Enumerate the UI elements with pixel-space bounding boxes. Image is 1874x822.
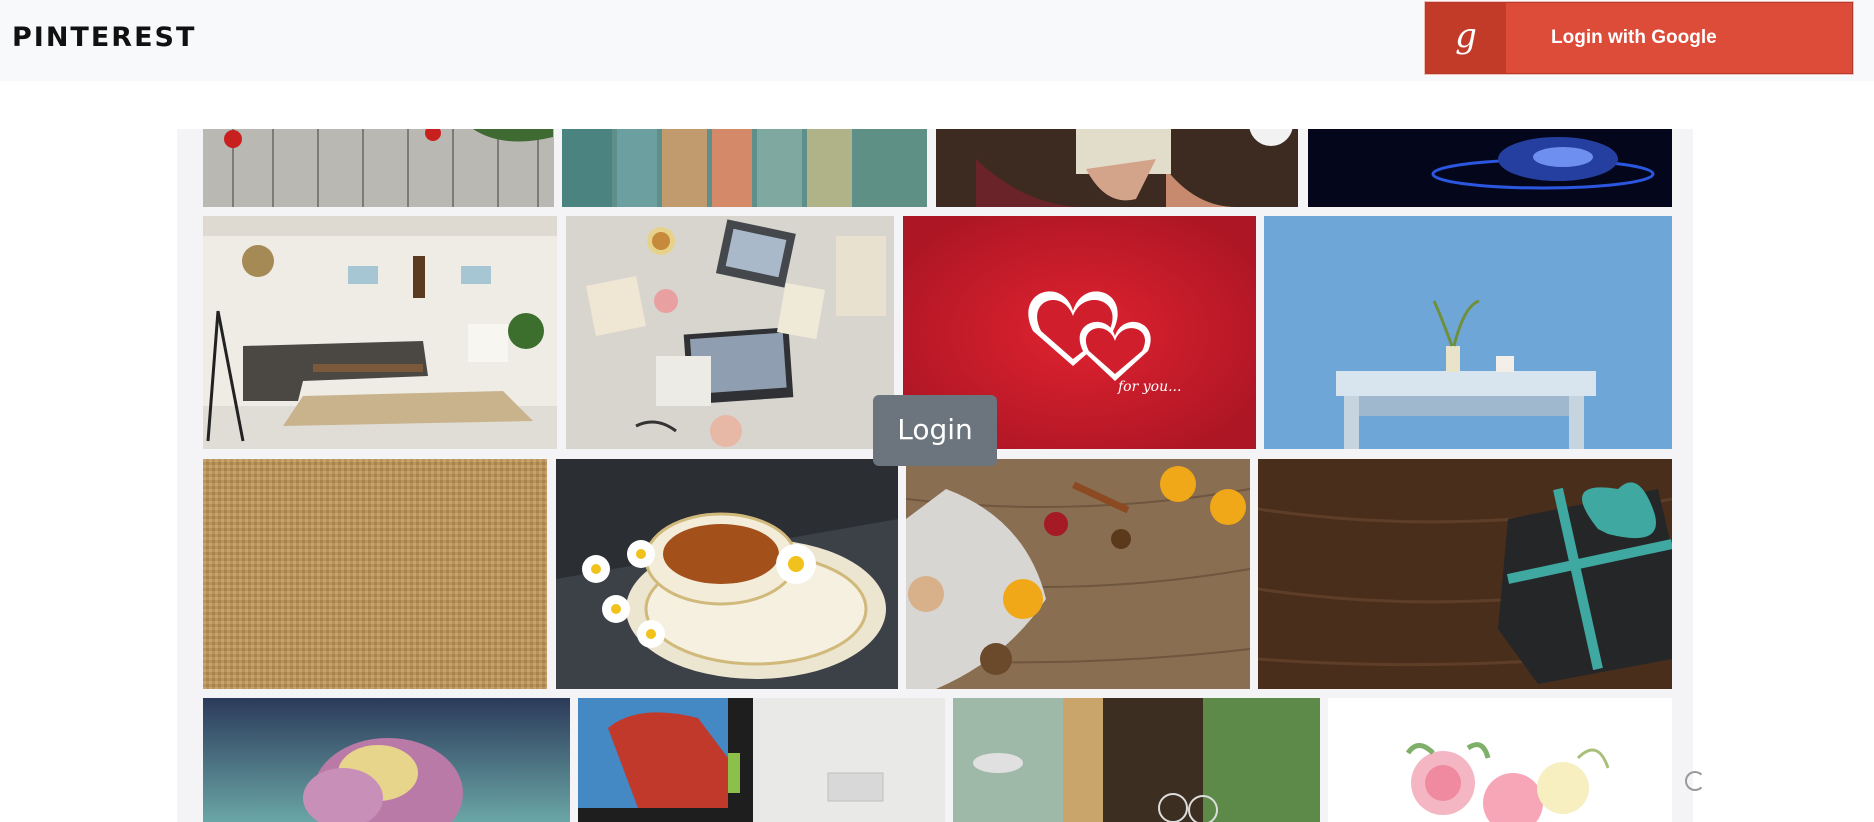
loading-spinner-icon — [1685, 771, 1705, 791]
gallery-image[interactable] — [203, 698, 570, 822]
gallery-image[interactable] — [556, 459, 898, 689]
login-button[interactable]: Login — [873, 395, 997, 466]
login-with-google-button[interactable]: g Login with Google — [1425, 2, 1853, 74]
gallery-image[interactable] — [953, 698, 1320, 822]
gallery-image[interactable] — [578, 698, 945, 822]
gallery-image[interactable] — [203, 129, 554, 207]
gallery-image[interactable] — [566, 216, 894, 449]
gallery-image[interactable] — [1264, 216, 1672, 449]
gallery-image[interactable] — [906, 459, 1250, 689]
google-icon: g — [1426, 3, 1506, 73]
gallery-image[interactable] — [1328, 698, 1672, 822]
image-gallery: for you... — [177, 129, 1693, 822]
gallery-image[interactable] — [562, 129, 927, 207]
navbar: PINTEREST g Login with Google — [0, 0, 1874, 81]
heart-caption: for you... — [1117, 379, 1181, 395]
gallery-image[interactable] — [203, 216, 557, 449]
gallery-image[interactable] — [203, 459, 547, 689]
brand-logo[interactable]: PINTEREST — [12, 22, 196, 53]
login-with-google-label: Login with Google — [1551, 27, 1717, 48]
gallery-image[interactable] — [1258, 459, 1672, 689]
gallery-image[interactable] — [1308, 129, 1672, 207]
gallery-image[interactable] — [936, 129, 1298, 207]
